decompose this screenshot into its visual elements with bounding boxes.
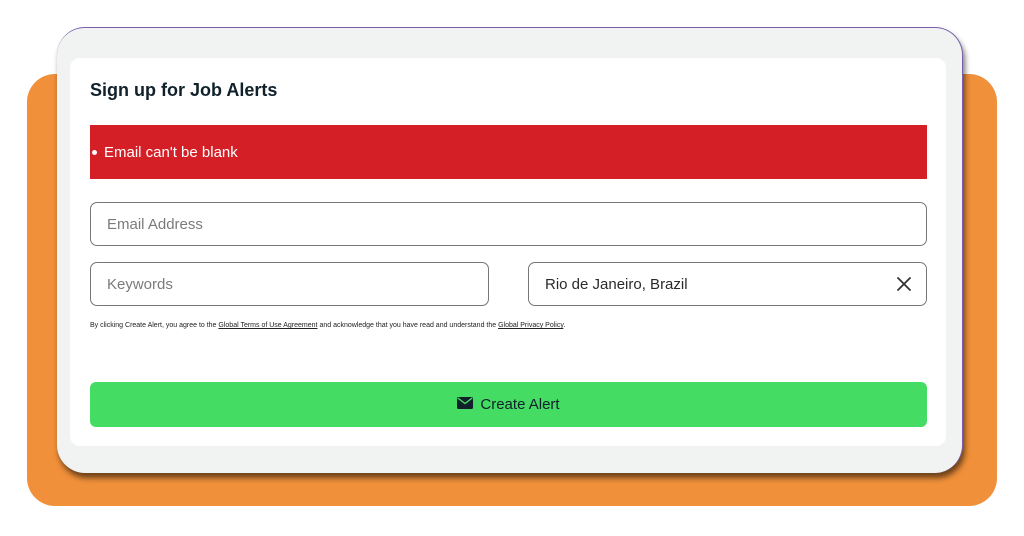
error-message: Email can't be blank [104,143,238,161]
keywords-field[interactable]: Keywords [90,262,489,306]
create-alert-button[interactable]: Create Alert [90,382,927,427]
job-alert-form: Sign up for Job Alerts Email can't be bl… [70,58,946,446]
legal-text-1: By clicking Create Alert, you agree to t… [90,322,219,329]
privacy-link[interactable]: Global Privacy Policy [498,322,563,329]
location-value: Rio de Janeiro, Brazil [545,275,688,293]
email-placeholder: Email Address [107,215,203,233]
legal-notice: By clicking Create Alert, you agree to t… [90,322,930,329]
email-field[interactable]: Email Address [90,202,927,246]
terms-link[interactable]: Global Terms of Use Agreement [218,322,317,329]
create-alert-label: Create Alert [480,396,560,413]
form-title: Sign up for Job Alerts [90,80,278,100]
legal-text-2: and acknowledge that you have read and u… [317,322,499,329]
legal-text-3: . [563,322,566,329]
bullet-icon [92,150,97,155]
error-banner: Email can't be blank [90,125,927,179]
envelope-icon [457,396,480,413]
location-field[interactable]: Rio de Janeiro, Brazil [528,262,927,306]
close-icon[interactable] [894,274,914,294]
keywords-placeholder: Keywords [107,275,173,293]
